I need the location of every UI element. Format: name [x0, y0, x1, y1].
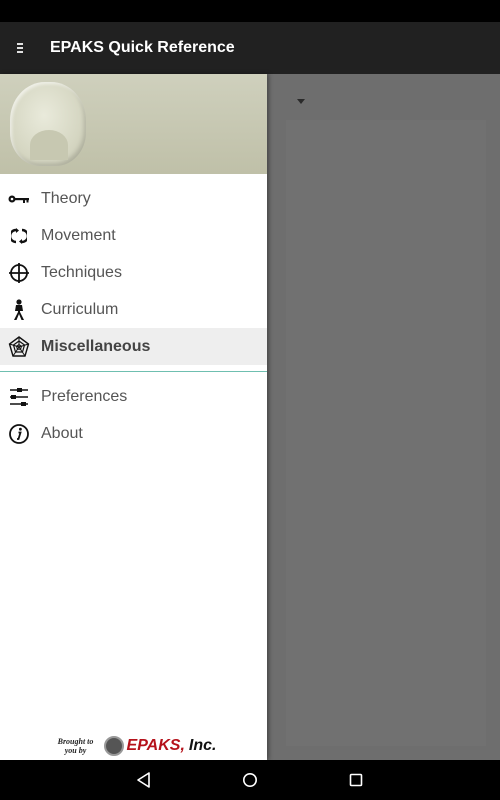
- key-icon: [7, 187, 31, 211]
- dropdown-arrow-icon[interactable]: [297, 99, 305, 104]
- app-bar: EPAKS Quick Reference: [0, 22, 500, 74]
- app-title: EPAKS Quick Reference: [50, 39, 235, 56]
- brought-line-2: you by: [64, 746, 87, 755]
- rotate-arrows-icon: [7, 224, 31, 248]
- info-icon: [7, 422, 31, 446]
- person-stance-icon: [7, 298, 31, 322]
- drawer-footer-branding: Brought to you by EPAKS, Inc.: [0, 732, 267, 760]
- drawer-item-label: Theory: [41, 189, 91, 207]
- drawer-item-movement[interactable]: Movement: [0, 217, 267, 254]
- hamburger-icon[interactable]: [0, 22, 40, 74]
- drawer-item-label: Movement: [41, 226, 116, 244]
- drawer-nav-list: Theory Movement Techniques Curriculum Mi…: [0, 180, 267, 365]
- crosshair-icon: [7, 261, 31, 285]
- navigation-drawer: Theory Movement Techniques Curriculum Mi…: [0, 74, 267, 760]
- system-navigation-bar: [0, 760, 500, 800]
- drawer-header: [0, 74, 267, 174]
- recents-icon[interactable]: [303, 760, 409, 800]
- drawer-item-about[interactable]: About: [0, 415, 267, 452]
- home-icon[interactable]: [197, 760, 303, 800]
- drawer-item-label: About: [41, 424, 83, 442]
- drawer-item-techniques[interactable]: Techniques: [0, 254, 267, 291]
- web-icon: [7, 335, 31, 359]
- drawer-item-preferences[interactable]: Preferences: [0, 378, 267, 415]
- brought-to-you-by-text: Brought to you by: [51, 737, 101, 755]
- crest-notch: [30, 130, 68, 160]
- content-card: [286, 120, 486, 746]
- drawer-item-label: Miscellaneous: [41, 337, 151, 355]
- drawer-divider: [0, 371, 267, 372]
- drawer-item-miscellaneous[interactable]: Miscellaneous: [0, 328, 267, 365]
- brand-name: EPAKS,: [126, 737, 185, 754]
- epaks-logo-icon: [103, 736, 124, 756]
- drawer-item-theory[interactable]: Theory: [0, 180, 267, 217]
- drawer-item-label: Curriculum: [41, 300, 119, 318]
- drawer-item-label: Preferences: [41, 387, 128, 405]
- drawer-item-label: Techniques: [41, 263, 122, 281]
- sliders-icon: [7, 385, 31, 409]
- drawer-item-curriculum[interactable]: Curriculum: [0, 291, 267, 328]
- status-bar: [0, 0, 500, 22]
- brand-suffix: Inc.: [188, 737, 217, 754]
- drawer-secondary-list: Preferences About: [0, 378, 267, 452]
- back-icon[interactable]: [91, 760, 197, 800]
- brought-line-1: Brought to: [57, 737, 94, 746]
